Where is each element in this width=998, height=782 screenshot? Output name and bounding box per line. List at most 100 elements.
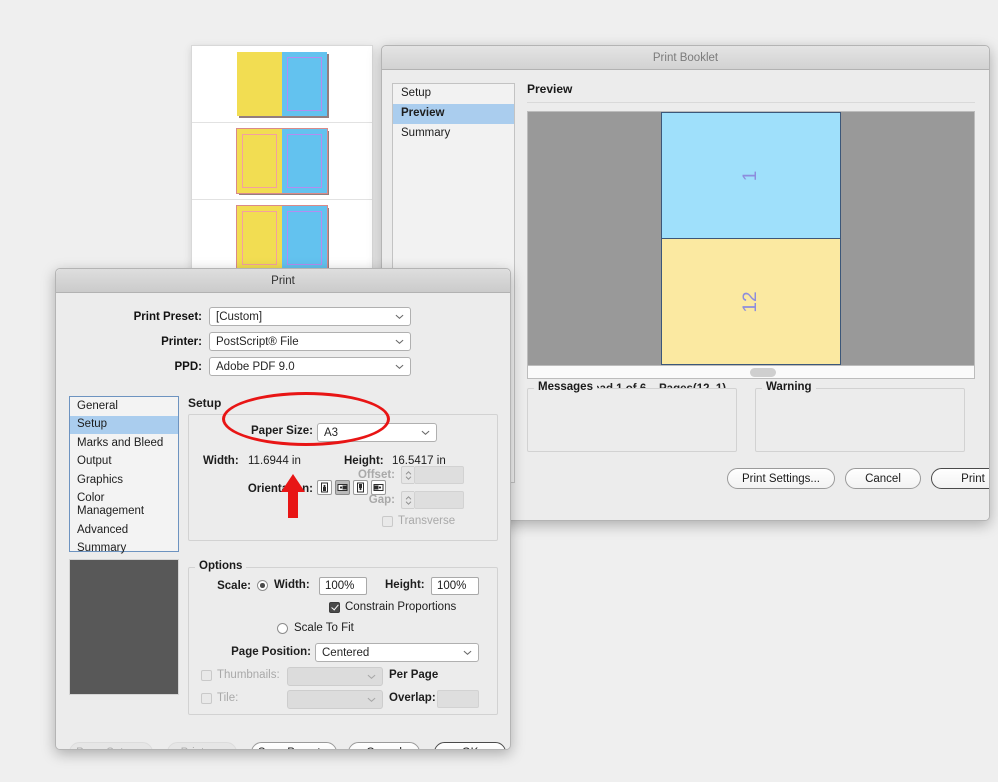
preview-scrollbar-thumb[interactable]	[750, 368, 776, 377]
options-label: Options	[195, 560, 246, 572]
gap-field-wrap[interactable]	[401, 491, 464, 509]
print-dialog-nav-list[interactable]: General Setup Marks and Bleed Output Gra…	[69, 396, 179, 552]
scale-to-fit-radio[interactable]	[277, 623, 288, 634]
transverse-checkbox[interactable]	[382, 516, 393, 527]
constrain-proportions-row[interactable]: Constrain Proportions	[329, 601, 456, 613]
chevron-down-icon	[421, 428, 430, 437]
landscape-reverse-icon	[373, 482, 384, 493]
transverse-row[interactable]: Transverse	[382, 515, 455, 527]
printer-button[interactable]: Printer...	[167, 742, 237, 750]
nav-item-advanced[interactable]: Advanced	[70, 521, 178, 540]
tile-checkbox[interactable]	[201, 693, 212, 704]
text-frame	[287, 134, 322, 188]
nav-item-graphics[interactable]: Graphics	[70, 471, 178, 490]
tile-row[interactable]: Tile:	[201, 692, 238, 704]
page-position-value: Centered	[322, 647, 369, 659]
print-dialog-title: Print	[271, 275, 295, 287]
scale-height-input[interactable]: 100%	[431, 577, 479, 595]
orientation-landscape-button[interactable]	[335, 480, 350, 495]
scale-height-label: Height:	[385, 579, 425, 591]
booklet-nav-item-preview[interactable]: Preview	[393, 104, 514, 124]
booklet-cancel-button[interactable]: Cancel	[845, 468, 921, 489]
ppd-row: PPD: Adobe PDF 9.0	[56, 357, 510, 376]
warning-group: Warning	[755, 388, 965, 452]
paper-height-label: Height:	[344, 455, 384, 467]
preview-scrollbar[interactable]	[527, 366, 975, 379]
nav-item-general[interactable]: General	[70, 397, 178, 416]
warning-label: Warning	[762, 381, 816, 393]
offset-input[interactable]	[414, 466, 464, 484]
page-setup-button[interactable]: Page Setup...	[69, 742, 153, 750]
printer-combo[interactable]: PostScript® File	[209, 332, 411, 351]
page-right	[282, 206, 327, 270]
overlap-input[interactable]	[437, 690, 479, 708]
printer-row: Printer: PostScript® File	[56, 332, 510, 351]
nav-item-setup[interactable]: Setup	[70, 416, 178, 435]
sheet-page-bottom: 12	[662, 239, 840, 364]
page-position-label: Page Position:	[185, 646, 311, 658]
page-position-combo[interactable]: Centered	[315, 643, 479, 662]
paper-width-value: 11.6944 in	[248, 455, 301, 467]
paper-size-combo[interactable]: A3	[317, 423, 437, 442]
nav-item-summary[interactable]: Summary	[70, 540, 178, 559]
spread-thumbnail[interactable]	[237, 129, 327, 193]
thumbnails-per-page-combo[interactable]	[287, 667, 383, 686]
offset-stepper[interactable]	[401, 466, 414, 484]
constrain-proportions-checkbox[interactable]	[329, 602, 340, 613]
save-preset-button[interactable]: Save Preset...	[251, 742, 337, 750]
print-preset-label: Print Preset:	[56, 311, 209, 323]
orientation-portrait-reverse-button[interactable]	[353, 480, 368, 495]
stepper-arrows-icon	[405, 470, 412, 481]
print-settings-button[interactable]: Print Settings...	[727, 468, 835, 489]
options-group: Options Scale: Width: 100% Height: 100% …	[188, 567, 498, 715]
scale-to-fit-label: Scale To Fit	[294, 622, 354, 634]
print-dialog[interactable]: Print Print Preset: [Custom] Printer: Po…	[55, 268, 511, 750]
page-left	[237, 129, 282, 193]
booklet-nav-item-setup[interactable]: Setup	[393, 84, 514, 104]
text-frame	[287, 57, 322, 111]
print-preset-row: Print Preset: [Custom]	[56, 307, 510, 326]
print-dialog-button-bar-left: Page Setup... Printer... Save Preset...	[69, 742, 337, 750]
scale-to-fit-row[interactable]: Scale To Fit	[277, 622, 354, 634]
gap-stepper[interactable]	[401, 491, 414, 509]
spread-thumbnail[interactable]	[237, 52, 327, 116]
thumbnails-row[interactable]: Thumbnails:	[201, 669, 280, 681]
sheet-page-top: 1	[662, 113, 840, 239]
setup-section-title: Setup	[188, 396, 221, 410]
offset-field-wrap[interactable]	[401, 466, 464, 484]
document-spread-thumbnails[interactable]	[191, 45, 373, 275]
print-preset-combo[interactable]: [Custom]	[209, 307, 411, 326]
spread-thumbnail-row[interactable]	[192, 46, 372, 123]
gap-input[interactable]	[414, 491, 464, 509]
portrait-icon	[319, 482, 330, 493]
paper-width-label: Width:	[203, 455, 239, 467]
print-dialog-body: Print Preset: [Custom] Printer: PostScri…	[56, 293, 510, 749]
tile-combo[interactable]	[287, 690, 383, 709]
booklet-preview-canvas[interactable]: 1 12	[527, 111, 975, 366]
ppd-value: Adobe PDF 9.0	[216, 361, 295, 373]
ppd-combo[interactable]: Adobe PDF 9.0	[209, 357, 411, 376]
paper-size-label: Paper Size:	[185, 425, 313, 437]
print-preview-thumbnail	[69, 559, 179, 695]
spread-thumbnail[interactable]	[237, 206, 327, 270]
transverse-label: Transverse	[398, 515, 455, 527]
imposed-sheet: 1 12	[661, 112, 841, 365]
orientation-button-group[interactable]	[317, 480, 389, 495]
scale-width-input[interactable]: 100%	[319, 577, 367, 595]
nav-item-marks-and-bleed[interactable]: Marks and Bleed	[70, 434, 178, 453]
booklet-content-pane: Preview 1 12 Spread 1 of 6 – Pages(12, 1…	[515, 70, 989, 520]
nav-item-color-management[interactable]: Color Management	[70, 490, 178, 522]
booklet-nav-item-summary[interactable]: Summary	[393, 124, 514, 144]
orientation-landscape-reverse-button[interactable]	[371, 480, 386, 495]
text-frame	[242, 211, 277, 265]
orientation-portrait-button[interactable]	[317, 480, 332, 495]
scale-radio[interactable]	[257, 580, 268, 591]
thumbnails-checkbox[interactable]	[201, 670, 212, 681]
chevron-down-icon	[367, 672, 376, 681]
booklet-print-button[interactable]: Print	[931, 468, 990, 489]
spread-thumbnail-row[interactable]	[192, 123, 372, 200]
spread-thumbnail-row[interactable]	[192, 200, 372, 275]
ok-button[interactable]: OK	[434, 742, 506, 750]
nav-item-output[interactable]: Output	[70, 453, 178, 472]
cancel-button[interactable]: Cancel	[348, 742, 420, 750]
